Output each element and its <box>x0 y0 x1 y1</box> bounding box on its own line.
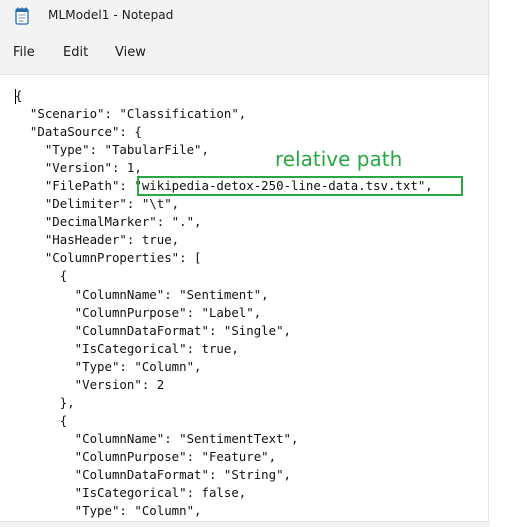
code-line: "ColumnPurpose": "Feature", <box>15 448 277 464</box>
code-line: "DataSource": { <box>15 124 142 140</box>
code-line: "ColumnName": "SentimentText", <box>15 430 299 446</box>
menu-edit[interactable]: Edit <box>63 45 88 60</box>
code-line: "ColumnName": "Sentiment", <box>15 286 269 302</box>
text-editor[interactable]: { "Scenario": "Classification", "DataSou… <box>0 75 490 521</box>
code-line: "Type": "Column", <box>15 358 202 374</box>
code-line: "IsCategorical": false, <box>15 485 247 501</box>
code-line: "ColumnPurpose": "Label", <box>15 304 262 320</box>
code-line: "DecimalMarker": ".", <box>15 214 202 230</box>
code-line: { <box>15 268 68 284</box>
relative-path-annotation: relative path <box>275 147 403 171</box>
menu-view[interactable]: View <box>115 45 146 60</box>
menu-file[interactable]: File <box>13 45 35 60</box>
code-line: "Delimiter": "\t", <box>15 196 180 212</box>
code-line: "ColumnDataFormat": "String", <box>15 466 292 482</box>
code-line: { <box>15 412 68 428</box>
code-line: "IsCategorical": true, <box>15 340 239 356</box>
code-line: "Type": "Column", <box>15 503 202 519</box>
text-caret <box>15 89 16 104</box>
code-line: { <box>15 88 23 103</box>
window-right-edge <box>488 0 489 527</box>
notepad-window: MLModel1 - Notepad File Edit View { "Sce… <box>0 0 507 527</box>
code-line: "ColumnDataFormat": "Single", <box>15 322 292 338</box>
status-bar <box>0 521 490 527</box>
code-line: "Version": 2 <box>15 376 165 392</box>
window-title: MLModel1 - Notepad <box>48 8 174 22</box>
notepad-icon <box>15 7 29 25</box>
code-line: }, <box>15 394 75 410</box>
code-line: "ColumnProperties": [ <box>15 250 202 266</box>
title-bar[interactable]: MLModel1 - Notepad <box>0 0 490 32</box>
code-line: "Scenario": "Classification", <box>15 106 247 122</box>
filepath-highlight-box <box>137 176 463 196</box>
code-line: "HasHeader": true, <box>15 232 180 248</box>
menu-bar: File Edit View <box>0 32 490 75</box>
